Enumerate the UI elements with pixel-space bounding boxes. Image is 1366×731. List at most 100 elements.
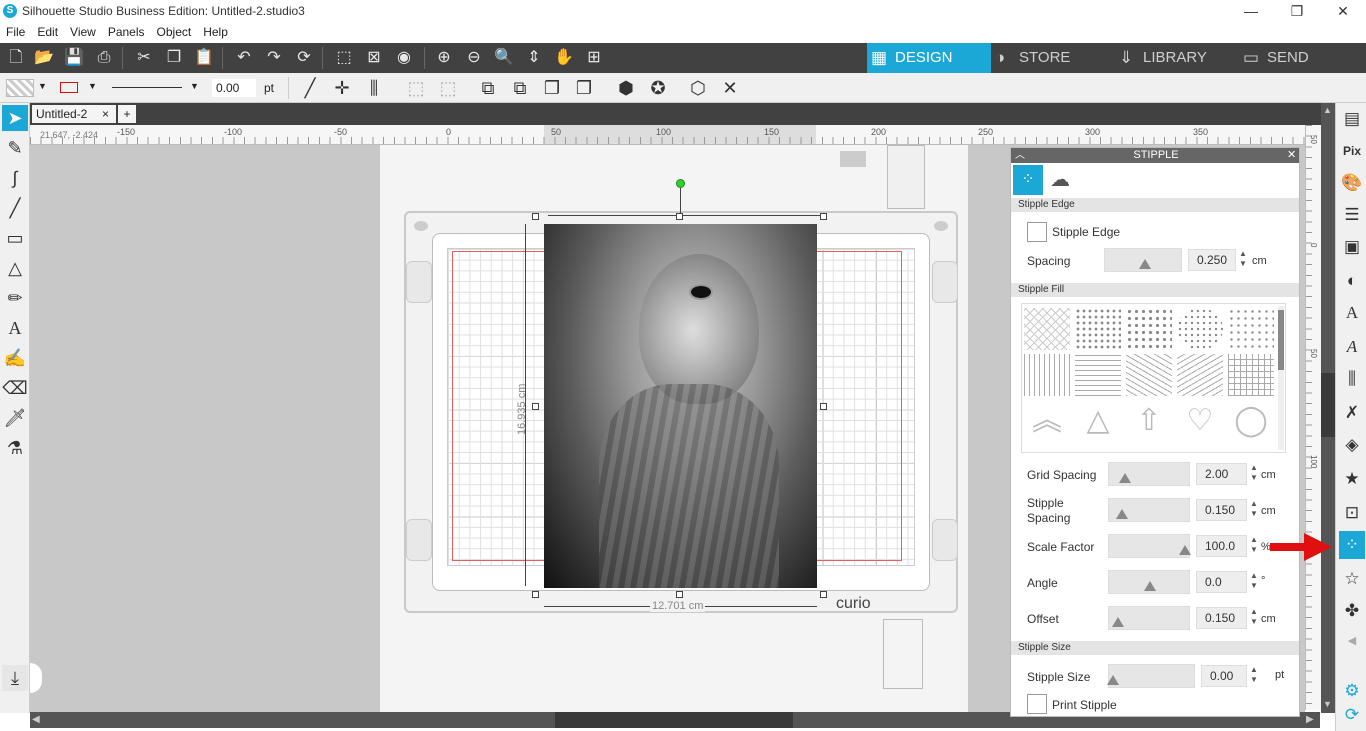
edit-text-icon[interactable]: ✍	[2, 345, 28, 371]
pattern-curves[interactable]	[1075, 354, 1121, 396]
make-compound-icon[interactable]: ⧉	[476, 76, 500, 100]
pattern-crosshatch[interactable]	[1024, 308, 1070, 350]
line-weight-input[interactable]: 0.00	[212, 79, 256, 97]
ungroup-icon[interactable]: ⬚	[436, 76, 460, 100]
pattern-arrow[interactable]: ⇧	[1126, 400, 1172, 442]
tab-library[interactable]: ⇓ LIBRARY	[1115, 43, 1239, 73]
image-effects-icon[interactable]: ▣	[1339, 233, 1365, 261]
tab-design[interactable]: ▦ DESIGN	[867, 43, 991, 73]
pattern-heart[interactable]: ♡	[1177, 400, 1223, 442]
resize-handle[interactable]	[820, 591, 827, 598]
align-panel-icon[interactable]: ⫼	[1339, 365, 1365, 393]
open-folder-icon[interactable]: 📂	[32, 47, 56, 69]
redo-icon[interactable]: ↷	[262, 47, 286, 69]
send-to-back-icon[interactable]: ❐	[572, 76, 596, 100]
eyedropper-icon[interactable]: ⚗	[2, 435, 28, 461]
sync-icon[interactable]: ⟳	[1339, 701, 1365, 729]
scroll-left-icon[interactable]: ◀	[32, 714, 40, 725]
scroll-up-icon[interactable]: ▲	[1323, 105, 1332, 115]
save-icon[interactable]: 💾	[62, 47, 86, 69]
text-icon[interactable]: A	[2, 315, 28, 341]
pattern-maze[interactable]	[1228, 354, 1274, 396]
line-icon[interactable]: ╱	[2, 195, 28, 221]
cut-icon[interactable]: ✂	[132, 47, 156, 69]
select-by-color-icon[interactable]: ◉	[392, 47, 416, 69]
minimize-button[interactable]: —	[1228, 0, 1274, 22]
stipple-size-slider[interactable]	[1107, 664, 1195, 688]
menu-object[interactable]: Object	[151, 22, 198, 42]
pencil-icon[interactable]: ✏	[2, 285, 28, 311]
fit-to-page-icon[interactable]: ⊞	[582, 47, 606, 69]
3d-box-icon[interactable]: ⬡	[686, 76, 710, 100]
align-icon[interactable]: ⫼	[362, 76, 386, 100]
trace-icon[interactable]: ⊡	[1339, 499, 1365, 527]
close-panel-icon[interactable]: ✕	[1287, 148, 1296, 163]
collapse-arrow-icon[interactable]: ◀	[1339, 627, 1365, 655]
pattern-zigzag[interactable]	[1177, 354, 1223, 396]
rotate-handle[interactable]	[676, 179, 685, 188]
bezier-icon[interactable]: ∫	[2, 165, 28, 191]
grid-spacing-slider[interactable]	[1108, 462, 1190, 486]
zoom-in-icon[interactable]: ⊕	[432, 47, 456, 69]
star-shape-icon[interactable]: ✪	[646, 76, 670, 100]
modify-icon[interactable]: ◈	[1339, 431, 1365, 459]
polygon-icon[interactable]: △	[2, 255, 28, 281]
fill-palette-icon[interactable]: 🎨	[1339, 169, 1365, 197]
zoom-select-icon[interactable]: 🔍	[492, 47, 516, 69]
angle-spinner[interactable]: ▲ ▼	[1250, 571, 1258, 591]
new-file-icon[interactable]: 🗋	[4, 47, 28, 69]
scroll-down-icon[interactable]: ▼	[1323, 699, 1332, 709]
tab-store[interactable]: ◑ STORE	[991, 43, 1115, 73]
stipple-spacing-spinner[interactable]: ▲ ▼	[1250, 499, 1258, 519]
move-icon[interactable]: ✛	[330, 76, 354, 100]
release-compound-icon[interactable]: ⧉	[508, 76, 532, 100]
contrast-icon[interactable]: ◐	[1339, 267, 1365, 295]
angle-input[interactable]: 0.0	[1196, 571, 1247, 593]
slider-knob[interactable]	[1112, 617, 1124, 627]
line-style-preview[interactable]	[112, 87, 182, 88]
resize-handle[interactable]	[820, 403, 827, 410]
pattern-dense-dots[interactable]	[1075, 308, 1121, 350]
stipple-outline-icon[interactable]: ☁	[1045, 165, 1075, 195]
stipple-spacing-input[interactable]: 0.150	[1196, 499, 1247, 521]
resize-handle[interactable]	[532, 213, 539, 220]
restore-button[interactable]: ❐	[1274, 0, 1320, 22]
puzzle-icon[interactable]: ✤	[1339, 597, 1365, 625]
offset-spinner[interactable]: ▲ ▼	[1250, 607, 1258, 627]
tab-send[interactable]: ▭ SEND	[1239, 43, 1366, 73]
weld-icon[interactable]: ⬢	[614, 76, 638, 100]
slider-knob[interactable]	[1139, 259, 1151, 269]
slider-knob[interactable]	[1119, 473, 1131, 483]
offset-slider[interactable]	[1108, 606, 1190, 630]
offset-input[interactable]: 0.150	[1196, 607, 1247, 629]
page-setup-icon[interactable]: ▤	[1339, 105, 1365, 133]
print-icon[interactable]: ⎙	[92, 47, 116, 69]
zoom-out-icon[interactable]: ⊖	[462, 47, 486, 69]
chevron-down-icon[interactable]: ▼	[190, 81, 199, 91]
resize-handle[interactable]	[820, 213, 827, 220]
menu-help[interactable]: Help	[197, 22, 234, 42]
print-stipple-checkbox[interactable]	[1027, 694, 1047, 714]
scale-factor-slider[interactable]	[1108, 534, 1191, 558]
select-arrow-icon[interactable]: ➤	[2, 105, 28, 131]
drag-zoom-icon[interactable]: ⇕	[522, 47, 546, 69]
fill-swatch[interactable]	[6, 79, 34, 97]
close-tab-icon[interactable]: ×	[102, 105, 109, 123]
pattern-vertical-lines[interactable]	[1024, 354, 1070, 396]
spacing-input[interactable]: 0.250	[1188, 249, 1236, 271]
add-tab-button[interactable]: +	[118, 105, 136, 123]
deselect-icon[interactable]: ⊠	[362, 47, 386, 69]
chevron-down-icon[interactable]: ▼	[38, 81, 47, 91]
knife-icon[interactable]: 🗡	[2, 405, 28, 431]
slider-knob[interactable]	[1107, 675, 1119, 685]
slider-knob[interactable]	[1116, 509, 1128, 519]
close-x-icon[interactable]: ✕	[718, 76, 742, 100]
slider-knob[interactable]	[1179, 545, 1191, 555]
text-style-icon[interactable]: A	[1339, 299, 1365, 327]
copy-icon[interactable]: ❐	[162, 47, 186, 69]
rectangle-icon[interactable]: ▭	[2, 225, 28, 251]
stipple-spacing-slider[interactable]	[1108, 498, 1190, 522]
menu-view[interactable]: View	[64, 22, 102, 42]
design-store-star-icon[interactable]: ☆	[1339, 565, 1365, 593]
close-button[interactable]: ✕	[1320, 0, 1366, 22]
